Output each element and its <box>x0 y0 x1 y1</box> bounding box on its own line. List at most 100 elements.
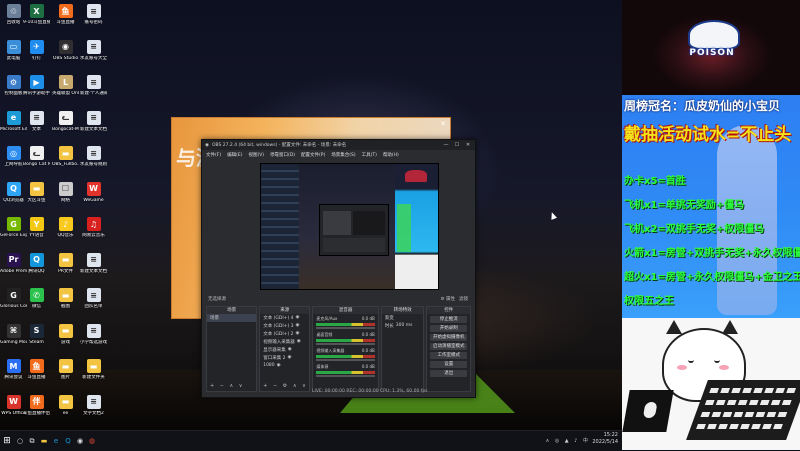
volume-slider[interactable] <box>316 359 375 361</box>
obs-control-button[interactable]: 启动演播室模式 <box>430 343 467 350</box>
desktop-shortcut[interactable]: ◉ OBS Studio <box>52 39 79 61</box>
qq-taskbar-icon[interactable]: Q <box>62 431 74 451</box>
properties-button[interactable]: ⚙ 属性 <box>441 296 455 302</box>
filters-button[interactable]: 滤镜 <box>459 296 468 302</box>
obs-preview[interactable] <box>260 163 439 290</box>
obs-control-button[interactable]: 设置 <box>430 361 467 368</box>
desktop-shortcut[interactable]: 鱼斗鱼直播 <box>52 4 79 25</box>
desktop-shortcut[interactable]: ♫ 网易云音乐 <box>80 217 107 238</box>
obs-menu-item[interactable]: 配置文件(P) <box>301 152 325 158</box>
duration-label: 时长 <box>384 324 394 329</box>
obs-menu-item[interactable]: 视图(V) <box>248 152 264 158</box>
desktop-shortcut[interactable]: W WeGame <box>80 181 107 203</box>
chrome-taskbar-icon[interactable]: ◍ <box>86 431 98 451</box>
close-icon[interactable]: ✕ <box>440 120 446 128</box>
desktop-shortcut[interactable]: ✈ 钉钉 <box>23 39 50 61</box>
obs-control-button[interactable]: 退出 <box>430 370 467 377</box>
source-item[interactable]: 文本 (GDI+) 4 ◉ <box>260 314 309 322</box>
task-view-icon[interactable]: ⧉ <box>26 431 38 451</box>
eye-icon[interactable]: ◉ <box>296 315 300 321</box>
obs-menu-item[interactable]: 编辑(E) <box>227 152 242 158</box>
desktop-shortcut[interactable]: L 英雄联盟 Online <box>52 75 79 96</box>
key-cap <box>781 400 792 405</box>
source-item[interactable]: 显示器采集 ◉ <box>260 346 309 354</box>
obs-titlebar[interactable]: ◉ OBS 27.2.4 (64 bit, windows) - 配置文件: 未… <box>202 140 475 150</box>
obs-window[interactable]: ◉ OBS 27.2.4 (64 bit, windows) - 配置文件: 未… <box>201 139 476 398</box>
obs-taskbar-icon[interactable]: ◉ <box>74 431 86 451</box>
eye-icon[interactable]: ◉ <box>297 339 301 345</box>
desktop-shortcut[interactable]: ≡小学帮选游戏的规则说明 <box>80 323 107 345</box>
eye-icon[interactable]: ◉ <box>296 331 300 337</box>
desktop-shortcut[interactable]: ≡ 团队名单 <box>80 288 107 309</box>
source-item[interactable]: 文本 (GDI+) 3 ◉ <box>260 322 309 330</box>
excel-file-icon: X <box>29 4 44 18</box>
desktop-shortcut[interactable]: ▬ 新建文件夹 <box>80 359 107 380</box>
desktop-shortcut[interactable]: ▬ PR文件 <box>52 252 79 274</box>
obs-menu-item[interactable]: 帮助(H) <box>383 152 399 158</box>
desktop-shortcut[interactable]: Q 腾讯QQ <box>23 252 50 274</box>
volume-slider[interactable] <box>316 375 375 377</box>
close-icon[interactable]: ✕ <box>464 142 472 148</box>
desktop-shortcut[interactable]: ☐ 网络 <box>52 181 79 203</box>
desktop-shortcut[interactable]: ≡ 水友账号大全 <box>80 39 107 61</box>
desktop-shortcut[interactable]: Y YY语音 <box>23 217 50 238</box>
source-item[interactable]: 窗口采集 2 ◉ <box>260 354 309 362</box>
windows-start-icon[interactable]: ⊞ <box>0 431 14 451</box>
obs-menu-item[interactable]: 工具(T) <box>362 152 377 158</box>
desktop-shortcut[interactable]: ≡ 文本 <box>23 110 50 132</box>
clock-date: 2022/5/14 <box>592 439 618 445</box>
desktop-shortcut[interactable]: ▬ 图片 <box>52 359 79 380</box>
obs-menu-item[interactable]: 场景集合(S) <box>331 152 355 158</box>
mixer-channel-db: 0.0 dB <box>361 332 375 337</box>
edge-taskbar-icon[interactable]: e <box>50 431 62 451</box>
transition-type-select[interactable]: 渐变 <box>382 314 424 322</box>
desktop-shortcut[interactable]: ᓚ Bongo Cat Mver <box>23 146 50 167</box>
volume-slider[interactable] <box>316 327 375 329</box>
desktop-shortcut-label: 游戏 <box>61 339 70 345</box>
eye-icon[interactable]: ◉ <box>296 323 300 329</box>
volume-slider[interactable] <box>316 343 375 345</box>
desktop-shortcut[interactable]: ≡ 水友账号规则 <box>80 146 107 167</box>
system-tray-icons[interactable]: ∧ ◎ ▲ ♪ 中 <box>546 437 590 444</box>
eye-icon[interactable]: ◉ <box>288 355 292 361</box>
desktop-shortcut[interactable]: ≡ 新建文本文档 <box>80 110 107 132</box>
desktop-shortcut[interactable]: ♪ QQ音乐 <box>52 217 79 238</box>
obs-menu-item[interactable]: 文件(F) <box>206 152 221 158</box>
desktop-shortcut[interactable]: ▬ 大区斗鱼 <box>23 181 50 203</box>
obs-control-button[interactable]: 开始录制 <box>430 325 467 332</box>
desktop-shortcut[interactable]: ≡新建文本文档(2) <box>80 252 107 274</box>
desktop-shortcut[interactable]: ᓚBongocat-Mver <box>52 110 79 132</box>
source-item[interactable]: 文本 (GDI+) 2 ◉ <box>260 330 309 338</box>
desktop-shortcut[interactable]: X 9-10斗鱼直播计划 <box>23 4 50 25</box>
explorer-icon[interactable]: ▬ <box>38 431 50 451</box>
duration-value[interactable]: 300 ms <box>396 323 413 329</box>
minimize-icon[interactable]: — <box>442 142 450 148</box>
search-icon[interactable]: ○ <box>14 431 26 451</box>
desktop-shortcut[interactable]: 伴斗鱼直播伴侣 <box>23 394 50 416</box>
obs-control-button[interactable]: 开始虚拟摄像机 <box>430 334 467 341</box>
desktop-shortcut[interactable]: ▬ 截图 <box>52 288 79 309</box>
scene-controls[interactable]: + − ∧ ∨ <box>210 383 244 389</box>
desktop-shortcut[interactable]: ≡ 账号密码 <box>80 4 107 25</box>
obs-control-button[interactable]: 工作室模式 <box>430 352 467 359</box>
scene-item[interactable]: 场景 <box>207 314 257 322</box>
source-controls[interactable]: + − ⚙ ∧ ∨ <box>263 383 308 389</box>
maximize-icon[interactable]: ☐ <box>453 142 461 148</box>
desktop-shortcut[interactable]: ≡ 新建·个人通知 <box>80 75 107 96</box>
desktop-shortcut[interactable]: ▬ ee <box>52 394 79 416</box>
source-item[interactable]: 1080 ◉ <box>260 362 309 369</box>
desktop-shortcut[interactable]: S Steam <box>23 323 50 345</box>
eye-icon[interactable]: ◉ <box>277 363 281 368</box>
obs-control-button[interactable]: 停止推流 <box>430 316 467 323</box>
desktop-shortcut[interactable]: ▶ 腾讯手游助手 <box>23 75 50 96</box>
desktop-shortcut[interactable]: 鱼斗鱼直播 <box>23 359 50 380</box>
source-item[interactable]: 视频输入采集器 ◉ <box>260 338 309 346</box>
clock[interactable]: 15:22 2022/5/14 <box>592 432 618 446</box>
desktop-shortcut[interactable]: ≡ 文字文档2 <box>80 394 107 416</box>
obs-menu-item[interactable]: 停靠窗口(D) <box>270 152 295 158</box>
desktop-shortcut[interactable]: ▬ 游戏 <box>52 323 79 345</box>
eye-icon[interactable]: ◉ <box>288 347 292 353</box>
transition-duration[interactable]: 时长 300 ms <box>382 322 424 330</box>
desktop-shortcut[interactable]: ▬ OBS_Fullbo... <box>52 146 79 167</box>
desktop-shortcut[interactable]: ✆ 微信 <box>23 288 50 309</box>
